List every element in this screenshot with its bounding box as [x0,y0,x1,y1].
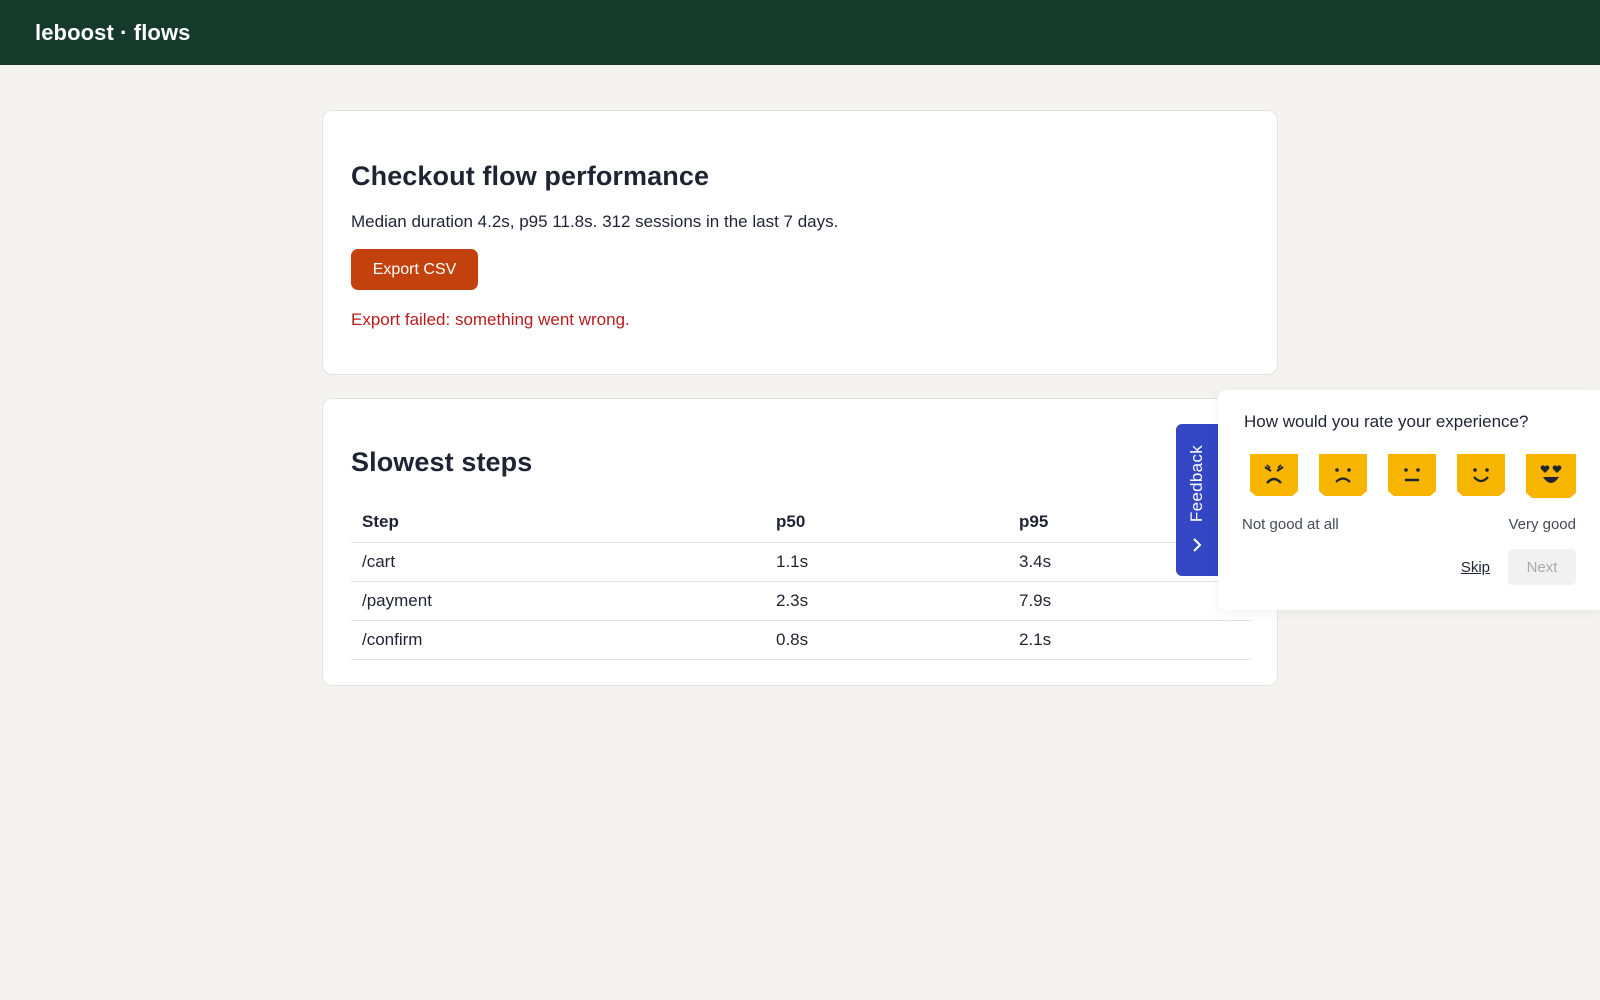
angry-face-icon[interactable] [1250,454,1298,496]
p50-cell: 2.3s [765,581,1008,621]
next-button[interactable]: Next [1508,549,1576,585]
rating-actions: Skip Next [1242,549,1576,585]
table-row: /cart 1.1s 3.4s [351,542,1251,582]
step-cell: /cart [351,542,765,582]
column-header-step: Step [351,502,765,543]
sad-face-icon[interactable] [1319,454,1367,496]
slowest-steps-card: Slowest steps Step p50 p95 /cart 1.1s 3.… [322,398,1278,686]
chevron-right-icon [1192,537,1202,555]
feedback-tab[interactable]: Feedback [1176,424,1218,576]
slowest-steps-title: Slowest steps [351,447,533,477]
p50-cell: 1.1s [765,542,1008,582]
performance-summary: Median duration 4.2s, p95 11.8s. 312 ses… [351,212,839,231]
table-row: /confirm 0.8s 2.1s [351,620,1251,660]
step-cell: /confirm [351,620,765,660]
export-csv-button[interactable]: Export CSV [351,249,478,290]
brand-logo: leboost · flows [35,19,191,45]
p95-cell: 7.9s [1008,581,1251,621]
rating-scale [1242,454,1576,498]
top-bar: leboost · flows [0,0,1600,65]
performance-card: Checkout flow performance Median duratio… [322,110,1278,375]
rating-scale-labels: Not good at all Very good [1242,516,1576,533]
performance-title: Checkout flow performance [351,161,710,191]
skip-link[interactable]: Skip [1461,559,1490,576]
love-face-icon[interactable] [1526,454,1576,498]
rating-high-label: Very good [1508,516,1576,533]
table-header-row: Step p50 p95 [351,502,1251,543]
slowest-steps-table: Step p50 p95 /cart 1.1s 3.4s /payment 2.… [351,502,1251,660]
feedback-tab-label: Feedback [1187,445,1206,523]
rating-question: How would you rate your experience? [1244,412,1529,431]
export-error-message: Export failed: something went wrong. [351,310,630,329]
column-header-p50: p50 [765,502,1008,543]
rating-low-label: Not good at all [1242,516,1339,533]
p95-cell: 2.1s [1008,620,1251,660]
step-cell: /payment [351,581,765,621]
rating-panel: How would you rate your experience? Not … [1218,390,1600,610]
smile-face-icon[interactable] [1457,454,1505,496]
p50-cell: 0.8s [765,620,1008,660]
table-row: /payment 2.3s 7.9s [351,581,1251,621]
neutral-face-icon[interactable] [1388,454,1436,496]
